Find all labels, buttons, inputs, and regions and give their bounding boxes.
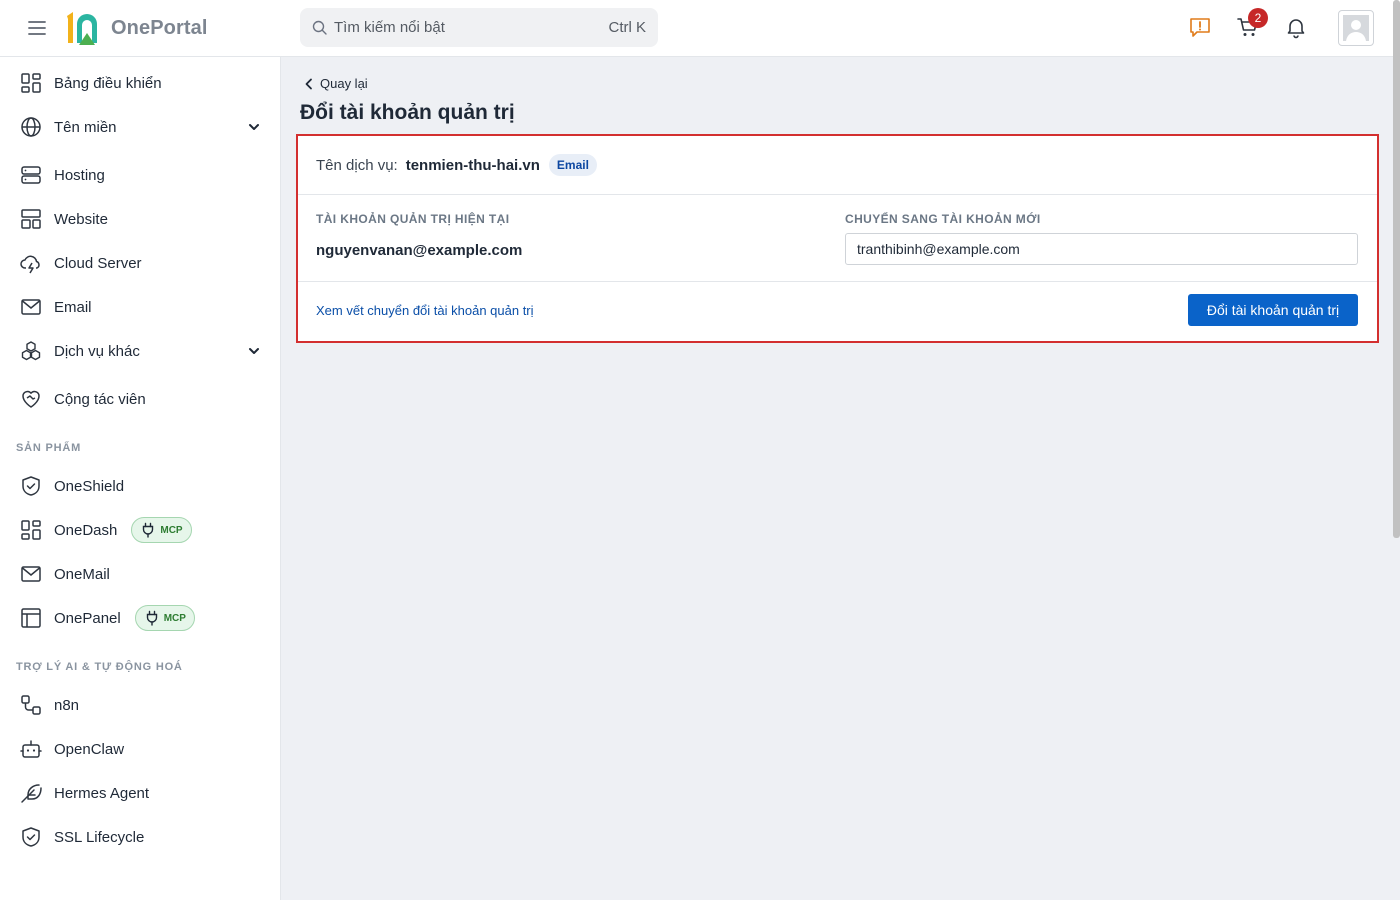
back-link-label: Quay lại: [320, 76, 368, 91]
card-divider: [298, 281, 1377, 282]
sidebar-item-openclaw[interactable]: OpenClaw: [16, 731, 266, 767]
heart-handshake-icon: [20, 388, 42, 410]
current-account-label: TÀI KHOẢN QUẢN TRỊ HIỆN TẠI: [316, 212, 510, 226]
server-icon: [20, 164, 42, 186]
panel-layout-icon: [20, 607, 42, 629]
change-admin-card: Tên dịch vụ: tenmien-thu-hai.vn Email TÀ…: [296, 134, 1379, 343]
cart-count-badge: 2: [1248, 8, 1268, 28]
search-icon: [312, 20, 327, 35]
sidebar-item-affiliates[interactable]: Cộng tác viên: [16, 381, 266, 417]
sidebar-item-label: OnePanel: [54, 609, 121, 627]
sidebar-item-dashboard[interactable]: Bảng điều khiển: [16, 65, 266, 101]
sidebar-item-label: n8n: [54, 696, 80, 714]
sidebar-item-label: Dịch vụ khác: [54, 342, 140, 360]
search-input[interactable]: [334, 8, 604, 47]
chevron-down-icon[interactable]: [248, 121, 260, 133]
sidebar-item-onepanel[interactable]: OnePanel MCP: [16, 600, 266, 636]
sidebar-item-label: Hermes Agent: [54, 784, 150, 802]
sidebar-item-label: OneShield: [54, 477, 125, 495]
sidebar-item-domains[interactable]: Tên miền: [16, 109, 266, 145]
logo-text: OnePortal: [111, 16, 208, 39]
sidebar-item-hosting[interactable]: Hosting: [16, 157, 266, 193]
sidebar-item-label: OneDash: [54, 521, 118, 539]
plug-icon: [144, 610, 164, 626]
sidebar-item-label: OneMail: [54, 565, 110, 583]
globe-icon: [20, 116, 42, 138]
mcp-badge-text: MCP: [160, 524, 183, 536]
sidebar-item-website[interactable]: Website: [16, 201, 266, 237]
sidebar-item-label: OpenClaw: [54, 740, 125, 758]
section-title-ai: TRỢ LÝ AI & TỰ ĐỘNG HOÁ: [16, 661, 183, 673]
sidebar-item-label: SSL Lifecycle: [54, 828, 145, 846]
current-account-value: nguyenvanan@example.com: [316, 242, 523, 259]
sidebar-item-label: Website: [54, 210, 108, 228]
boxes-icon: [20, 340, 42, 362]
service-type-badge: Email: [548, 154, 597, 176]
hamburger-icon[interactable]: [26, 17, 48, 39]
avatar-icon: [1342, 14, 1370, 42]
sidebar-item-ssl-lifecycle[interactable]: SSL Lifecycle: [16, 819, 266, 855]
dashboard-grid-icon: [20, 72, 42, 94]
chevron-left-icon: [303, 78, 320, 90]
oneportal-logo-icon: [64, 9, 104, 47]
mcp-badge-text: MCP: [163, 612, 186, 624]
mail-icon: [20, 296, 42, 318]
service-info-row: Tên dịch vụ: tenmien-thu-hai.vn Email: [298, 136, 1377, 195]
sidebar-item-label: Cộng tác viên: [54, 390, 146, 408]
sidebar-item-onemail[interactable]: OneMail: [16, 556, 266, 592]
website-layout-icon: [20, 208, 42, 230]
search-box[interactable]: Ctrl K: [300, 8, 658, 47]
service-name: tenmien-thu-hai.vn: [405, 156, 540, 174]
page-scrollbar[interactable]: [1393, 0, 1400, 538]
cloud-lightning-icon: [20, 252, 42, 274]
sidebar-item-label: Email: [54, 298, 92, 316]
bell-icon[interactable]: [1284, 15, 1308, 39]
sidebar-item-label: Bảng điều khiển: [54, 74, 162, 92]
sidebar-item-hermes-agent[interactable]: Hermes Agent: [16, 775, 266, 811]
sidebar-item-cloud-server[interactable]: Cloud Server: [16, 245, 266, 281]
sidebar-item-n8n[interactable]: n8n: [16, 687, 266, 723]
mail-icon: [20, 563, 42, 585]
feather-icon: [20, 782, 42, 804]
sidebar: Bảng điều khiển Tên miền Hosting Website…: [0, 57, 281, 900]
avatar[interactable]: [1338, 10, 1374, 46]
sidebar-item-other-services[interactable]: Dịch vụ khác: [16, 333, 266, 369]
new-account-input[interactable]: [845, 233, 1358, 265]
mcp-badge: MCP: [134, 605, 195, 631]
search-shortcut: Ctrl K: [608, 19, 647, 36]
sidebar-item-onedash[interactable]: OneDash MCP: [16, 512, 266, 548]
sidebar-item-oneshield[interactable]: OneShield: [16, 468, 266, 504]
dashboard-grid-icon: [20, 519, 42, 541]
new-account-label: CHUYỂN SANG TÀI KHOẢN MỚI: [845, 212, 1041, 226]
sidebar-item-email[interactable]: Email: [16, 289, 266, 325]
service-label: Tên dịch vụ:: [316, 156, 398, 174]
page-title: Đổi tài khoản quản trị: [300, 101, 515, 124]
change-admin-button[interactable]: Đổi tài khoản quản trị: [1188, 294, 1358, 326]
mcp-badge: MCP: [131, 517, 192, 543]
logo[interactable]: OnePortal: [64, 9, 207, 47]
shield-check-icon: [20, 475, 42, 497]
shield-check-icon: [20, 826, 42, 848]
view-change-log-link[interactable]: Xem vết chuyển đổi tài khoản quản trị: [316, 303, 534, 318]
plug-icon: [140, 522, 160, 538]
chevron-down-icon[interactable]: [248, 345, 260, 357]
sidebar-item-label: Tên miền: [54, 118, 117, 136]
top-bar: OnePortal Ctrl K 2: [0, 0, 1400, 57]
sidebar-item-label: Cloud Server: [54, 254, 142, 272]
section-title-products: SẢN PHẨM: [16, 442, 82, 454]
feedback-icon[interactable]: [1188, 15, 1212, 39]
workflow-icon: [20, 694, 42, 716]
back-link[interactable]: Quay lại: [303, 76, 368, 91]
sidebar-item-label: Hosting: [54, 166, 105, 184]
bot-icon: [20, 738, 42, 760]
